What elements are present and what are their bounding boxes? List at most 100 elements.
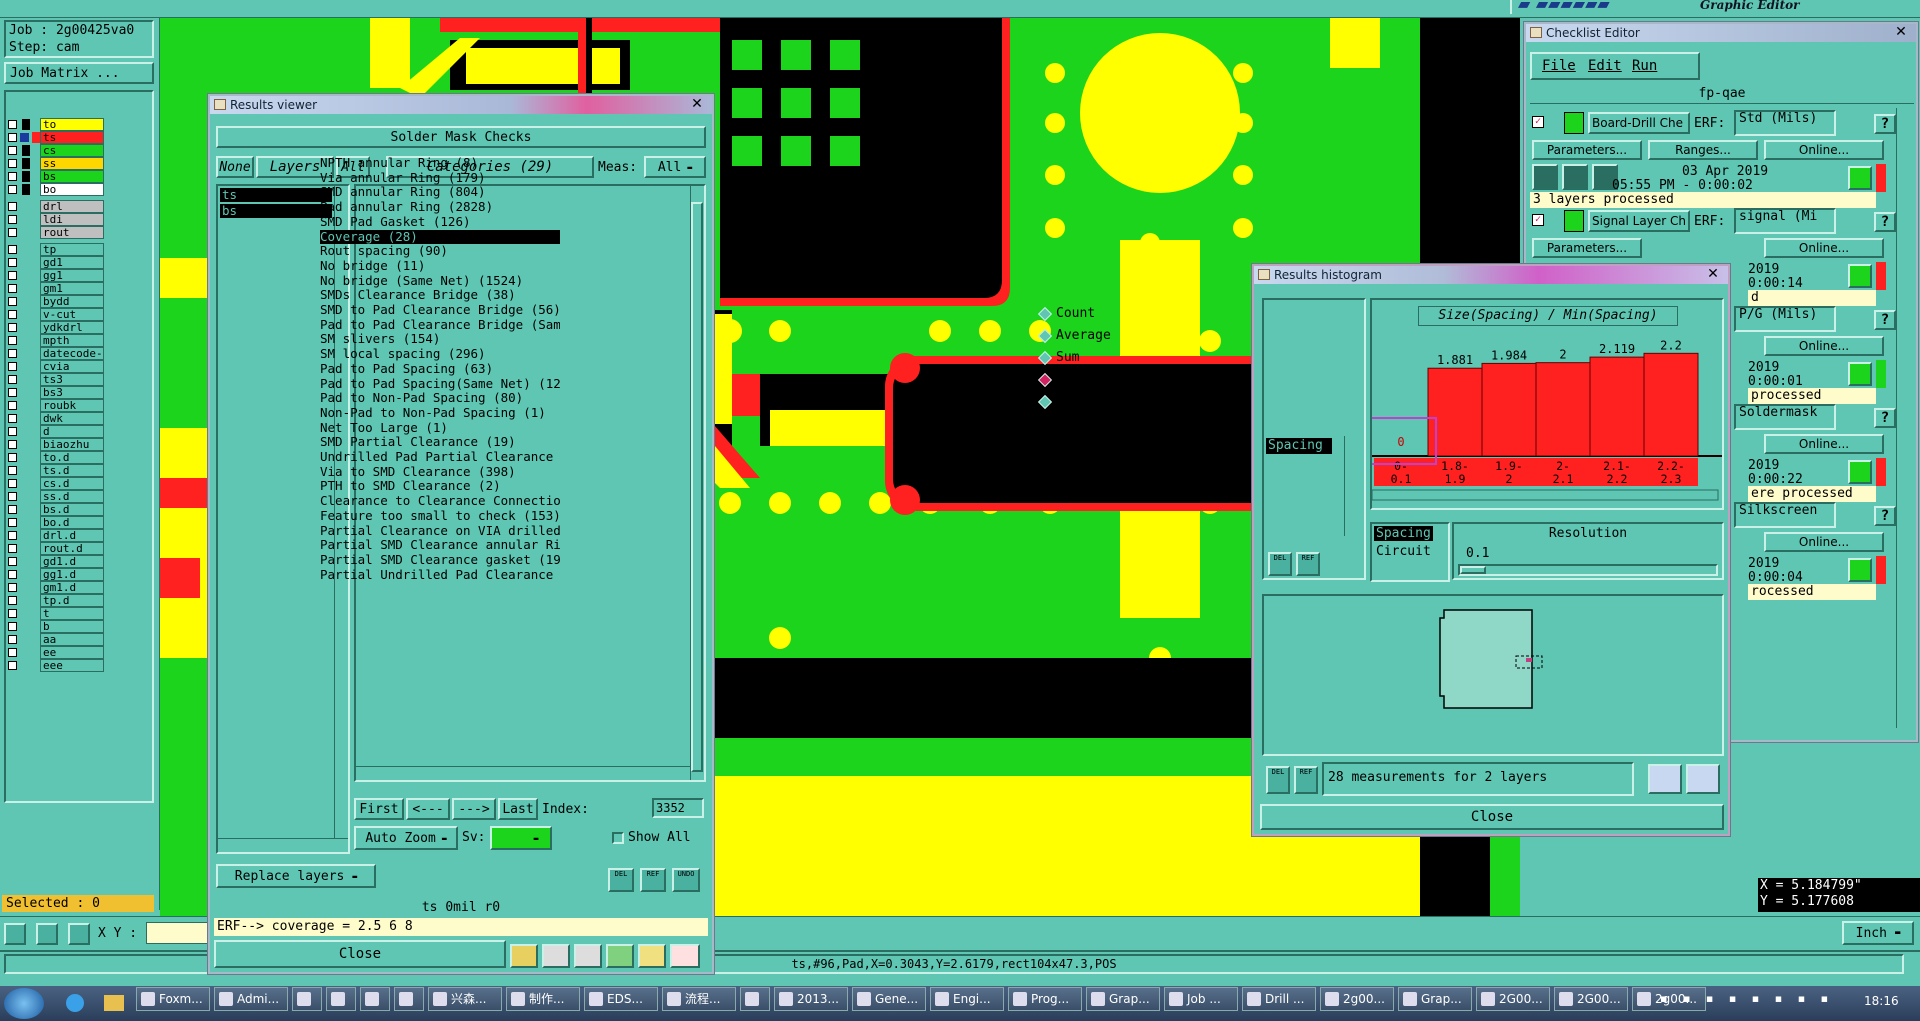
del-icon[interactable]: DEL	[1268, 552, 1292, 576]
layer-result-item[interactable]: ts	[220, 188, 332, 202]
histogram-bar[interactable]	[1643, 352, 1699, 457]
category-item[interactable]: PTH to SMD Clearance (2)	[320, 479, 560, 494]
taskbar-item[interactable]	[360, 987, 390, 1011]
layer-row-dwk[interactable]: dwk	[6, 412, 124, 425]
layer-checkbox[interactable]	[8, 258, 17, 267]
checklist-scrollbar[interactable]	[1896, 108, 1912, 728]
erf-dropdown[interactable]: Silkscreen	[1734, 502, 1836, 528]
reject-icon[interactable]	[574, 944, 602, 968]
layer-checkbox[interactable]	[8, 271, 17, 280]
layer-checkbox[interactable]	[8, 297, 17, 306]
zoom-icon[interactable]	[1848, 558, 1872, 582]
board-preview[interactable]	[1262, 594, 1724, 756]
checklist-titlebar[interactable]: Checklist Editor	[1526, 24, 1916, 42]
replace-layers-dropdown[interactable]: Replace layers ▬	[216, 864, 376, 888]
parameters-button[interactable]: Parameters...	[1532, 238, 1642, 258]
help-button[interactable]: ?	[1874, 506, 1896, 526]
select-tool-icon[interactable]	[4, 923, 26, 945]
category-item[interactable]: No bridge (Same Net) (1524)	[320, 274, 560, 289]
layer-row-eee[interactable]: eee	[6, 659, 124, 672]
category-item[interactable]: SM slivers (154)	[320, 332, 560, 347]
layer-checkbox[interactable]	[8, 146, 17, 155]
category-hscroll[interactable]	[356, 766, 690, 780]
layer-row-tp-d[interactable]: tp.d	[6, 594, 124, 607]
category-item[interactable]: Partial SMD Clearance annular Rin	[320, 538, 560, 553]
help-button[interactable]: ?	[1874, 408, 1896, 428]
erf-dropdown[interactable]: P/G (Mils)	[1734, 306, 1836, 332]
measure-tool-icon[interactable]	[36, 923, 58, 945]
category-item[interactable]: SMD to Pad Clearance Bridge (56)	[320, 303, 560, 318]
taskbar-item[interactable]: 制作...	[506, 987, 580, 1011]
category-item[interactable]: Feature too small to check (153)	[320, 509, 560, 524]
layer-checkbox[interactable]	[8, 479, 17, 488]
none-button[interactable]: None	[216, 156, 254, 178]
layer-row-cs[interactable]: cs	[6, 144, 124, 157]
zoom-to-icon[interactable]	[1648, 764, 1682, 794]
layer-checkbox[interactable]	[8, 401, 17, 410]
layer-result-item[interactable]: bs	[220, 204, 332, 218]
layer-row-bo-d[interactable]: bo.d	[6, 516, 124, 529]
layer-checkbox[interactable]	[8, 609, 17, 618]
taskbar-item[interactable]	[394, 987, 424, 1011]
layer-checkbox[interactable]	[8, 505, 17, 514]
radio-average[interactable]: Average	[1037, 327, 1111, 345]
layer-row-v-cut[interactable]: v-cut	[6, 308, 124, 321]
category-item[interactable]: Partial Undrilled Pad Clearance g	[320, 568, 560, 583]
taskbar-item[interactable]: 2G00...	[1476, 987, 1550, 1011]
xy-input[interactable]	[146, 922, 212, 944]
layer-row-ee[interactable]: ee	[6, 646, 124, 659]
layer-checkbox[interactable]	[8, 215, 17, 224]
layer-row-gg1[interactable]: gg1	[6, 269, 124, 282]
radio-sum[interactable]: Sum	[1037, 349, 1110, 367]
taskbar-item[interactable]	[740, 987, 770, 1011]
layer-row-gm1-d[interactable]: gm1.d	[6, 581, 124, 594]
layer-row-d[interactable]: d	[6, 425, 124, 438]
taskbar-item[interactable]: Grap...	[1086, 987, 1160, 1011]
first-button[interactable]: First	[354, 798, 404, 820]
taskbar-item[interactable]: Foxm...	[136, 987, 210, 1011]
layer-checkbox[interactable]	[8, 245, 17, 254]
category-item[interactable]: Rout spacing (90)	[320, 244, 560, 259]
close-icon[interactable]: ✕	[1890, 24, 1912, 40]
ref-icon[interactable]: REF	[1294, 766, 1318, 794]
run-icon[interactable]	[1532, 164, 1558, 190]
help-button[interactable]: ?	[1874, 310, 1896, 330]
taskbar-item[interactable]: EDS...	[584, 987, 658, 1011]
taskbar-item[interactable]	[292, 987, 322, 1011]
layer-row-drl-d[interactable]: drl.d	[6, 529, 124, 542]
zoom-icon[interactable]	[1848, 166, 1872, 190]
category-item[interactable]: Pad to Pad Clearance Bridge (Same	[320, 318, 560, 333]
zoom-all-icon[interactable]	[1686, 764, 1720, 794]
layer-row-bs-d[interactable]: bs.d	[6, 503, 124, 516]
ranges-button[interactable]: Ranges...	[1648, 140, 1758, 160]
start-button-icon[interactable]	[4, 988, 44, 1019]
category-item[interactable]: Pad to Pad Spacing (63)	[320, 362, 560, 377]
layer-checkbox[interactable]	[8, 362, 17, 371]
histogram-bar[interactable]	[1481, 362, 1537, 457]
help-button[interactable]: ?	[1874, 114, 1896, 134]
layer-checkbox[interactable]	[8, 531, 17, 540]
layer-checkbox[interactable]	[8, 518, 17, 527]
layer-checkbox[interactable]	[8, 596, 17, 605]
taskbar-item[interactable]: Admi...	[214, 987, 288, 1011]
folder-icon[interactable]	[104, 995, 124, 1011]
taskbar-item[interactable]: Engi...	[930, 987, 1004, 1011]
erf-dropdown[interactable]: Std (Mils)	[1734, 110, 1836, 136]
taskbar-item[interactable]: 流程...	[662, 987, 736, 1011]
spacing-list-item[interactable]: Spacing	[1266, 438, 1332, 454]
zoom-icon[interactable]	[1848, 264, 1872, 288]
layer-row-ss-d[interactable]: ss.d	[6, 490, 124, 503]
category-item[interactable]: Net Too Large (1)	[320, 421, 560, 436]
bookmark-icon[interactable]	[510, 944, 538, 968]
zoom-icon[interactable]	[1848, 362, 1872, 386]
type-circuit[interactable]: Circuit	[1374, 544, 1433, 559]
last-button[interactable]: Last	[498, 798, 538, 820]
taskbar-item[interactable]	[326, 987, 356, 1011]
taskbar-item[interactable]: 2g00...	[1320, 987, 1394, 1011]
layer-checkbox[interactable]	[8, 414, 17, 423]
layer-row-bs[interactable]: bs	[6, 170, 124, 183]
layer-checkbox[interactable]	[8, 466, 17, 475]
units-dropdown[interactable]: Inch ▬	[1842, 921, 1914, 945]
layer-row-ydkdrl[interactable]: ydkdrl	[6, 321, 124, 334]
layer-row-ss[interactable]: ss	[6, 157, 124, 170]
